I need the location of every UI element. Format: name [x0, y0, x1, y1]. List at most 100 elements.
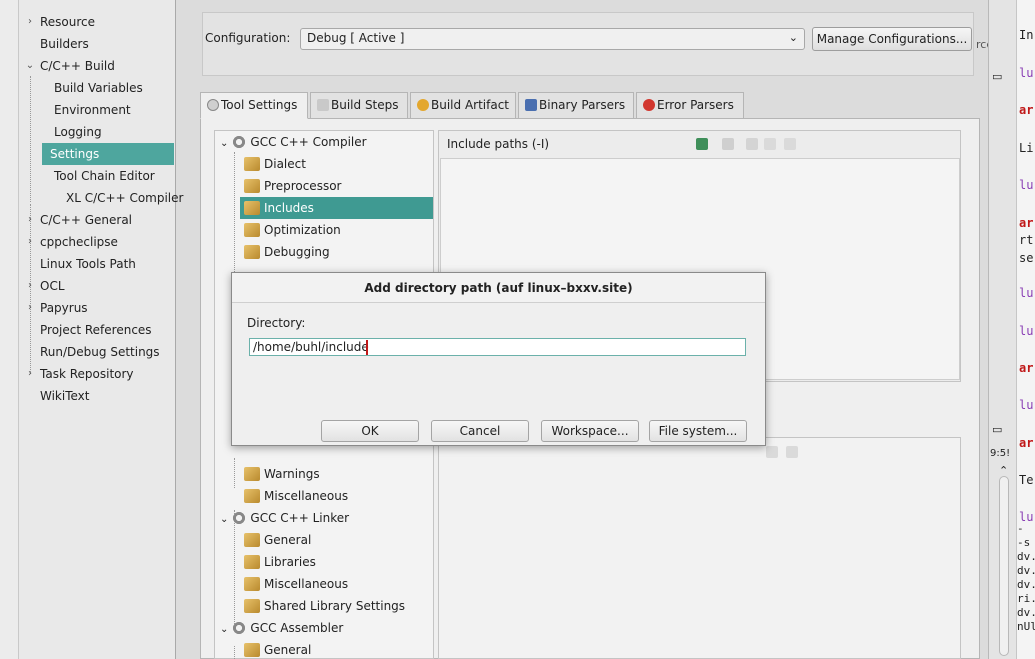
tool-item-label: Miscellaneous [264, 489, 349, 503]
sidebar-item-label: Logging [54, 125, 102, 139]
code-fragment: ar [1019, 436, 1034, 450]
tool-option[interactable]: Libraries [244, 551, 316, 573]
chevron-down-icon[interactable]: ⌄ [220, 138, 228, 149]
expand-arrow-icon[interactable]: › [24, 11, 36, 33]
tab-build-steps[interactable]: Build Steps [310, 92, 408, 118]
tab-label: Error Parsers [657, 98, 734, 112]
tab-tool-settings[interactable]: Tool Settings [200, 92, 308, 119]
tool-option[interactable]: Miscellaneous [244, 485, 348, 507]
configuration-value: Debug [ Active ] [307, 31, 405, 45]
sidebar-item-label: Run/Debug Settings [40, 345, 160, 359]
tool-item-label: Preprocessor [264, 179, 342, 193]
workspace-button[interactable]: Workspace... [541, 420, 639, 442]
sidebar-item[interactable]: Settings [42, 143, 174, 165]
tool-option[interactable]: Debugging [244, 241, 330, 263]
console-fragment: nUl [1017, 620, 1035, 633]
tab-build-artifact[interactable]: Build Artifact [410, 92, 516, 118]
tab-error-parsers[interactable]: Error Parsers [636, 92, 744, 118]
expand-arrow-icon[interactable]: ⌄ [24, 55, 36, 77]
move-up-icon[interactable] [764, 138, 776, 150]
sidebar-item[interactable]: Project References [40, 319, 152, 341]
cancel-button[interactable]: Cancel [431, 420, 529, 442]
console-fragment: dv. [1017, 550, 1035, 563]
tool-option[interactable]: Includes [240, 197, 433, 219]
sidebar-item[interactable]: Linux Tools Path [40, 253, 136, 275]
manage-configurations-button[interactable]: Manage Configurations... [812, 27, 972, 51]
move-up-icon[interactable] [766, 446, 778, 458]
directory-input[interactable] [249, 338, 746, 356]
sidebar-item-label: C/C++ General [40, 213, 133, 227]
sidebar-item[interactable]: › Papyrus [28, 297, 88, 319]
minimize-icon[interactable]: ▭ [992, 423, 1002, 436]
tab-binary-parsers[interactable]: Binary Parsers [518, 92, 634, 118]
chevron-down-icon[interactable]: ⌄ [220, 624, 228, 635]
tool-item-label: General [264, 533, 312, 547]
sidebar-item[interactable]: › cppcheclipse [28, 231, 118, 253]
tab-label: Tool Settings [221, 98, 298, 112]
option-icon [244, 555, 260, 569]
sidebar-item[interactable]: › OCL [28, 275, 65, 297]
sidebar-item[interactable]: Run/Debug Settings [40, 341, 160, 363]
add-path-icon[interactable] [696, 138, 708, 150]
dialog-title: Add directory path (auf linux–bxxv.site) [232, 273, 765, 303]
expand-arrow-icon[interactable]: › [24, 363, 36, 385]
sidebar-item[interactable]: Environment [54, 99, 131, 121]
tool-group[interactable]: ⌄ GCC Assembler [220, 617, 343, 639]
tool-option[interactable]: Shared Library Settings [244, 595, 405, 617]
sidebar-item[interactable]: › Task Repository [28, 363, 134, 385]
console-fragment: - [1017, 522, 1024, 535]
edit-path-icon[interactable] [746, 138, 758, 150]
sidebar-item[interactable]: › Resource [28, 11, 95, 33]
tool-option[interactable]: General [244, 529, 311, 551]
sidebar-item[interactable]: Build Variables [54, 77, 143, 99]
move-down-icon[interactable] [784, 138, 796, 150]
expand-arrow-icon[interactable]: › [24, 275, 36, 297]
tool-item-label: Shared Library Settings [264, 599, 406, 613]
workspace-path-icon[interactable] [722, 138, 734, 150]
option-icon [244, 643, 260, 657]
console-fragment: -s [1017, 536, 1031, 549]
tool-item-label: Includes [264, 201, 314, 215]
scrollbar[interactable] [999, 476, 1009, 656]
sidebar-item[interactable]: › C/C++ General [28, 209, 133, 231]
console-fragment: dv. [1017, 564, 1035, 577]
tool-group[interactable]: ⌄ GCC C++ Compiler [220, 131, 367, 153]
expand-arrow-icon[interactable]: › [24, 209, 36, 231]
configuration-select[interactable]: Debug [ Active ] ⌄ [300, 28, 805, 50]
tool-option[interactable]: General [244, 639, 311, 659]
option-icon [244, 577, 260, 591]
console-fragment: ri. [1017, 592, 1035, 605]
sidebar-item[interactable]: WikiText [40, 385, 90, 407]
ok-button[interactable]: OK [321, 420, 419, 442]
sidebar-item[interactable]: Logging [54, 121, 102, 143]
tool-option[interactable]: Optimization [244, 219, 341, 241]
tree-guide-line [30, 76, 31, 202]
sidebar-item[interactable]: ⌄ C/C++ Build [26, 55, 115, 77]
sidebar-item-label: Build Variables [54, 81, 143, 95]
code-fragment: lu [1019, 398, 1034, 412]
tool-group[interactable]: ⌄ GCC C++ Linker [220, 507, 349, 529]
tool-item-label: Warnings [264, 467, 320, 481]
tree-guide-line [234, 458, 235, 488]
option-icon [244, 599, 260, 613]
tool-option[interactable]: Miscellaneous [244, 573, 348, 595]
tool-item-label: Debugging [264, 245, 330, 259]
tool-option[interactable]: Dialect [244, 153, 306, 175]
chevron-down-icon[interactable]: ⌄ [220, 514, 228, 525]
file-system-button[interactable]: File system... [649, 420, 747, 442]
option-icon [244, 467, 260, 481]
expand-arrow-icon[interactable]: › [24, 231, 36, 253]
sidebar-item[interactable]: Tool Chain Editor [54, 165, 155, 187]
sidebar-item[interactable]: XL C/C++ Compiler [66, 187, 183, 209]
expand-arrow-icon[interactable]: › [24, 297, 36, 319]
tool-option[interactable]: Preprocessor [244, 175, 341, 197]
sidebar-item[interactable]: Builders [40, 33, 89, 55]
tool-option[interactable]: Warnings [244, 463, 320, 485]
tool-item-label: GCC Assembler [250, 621, 344, 635]
tool-item-label: General [264, 643, 312, 657]
minimize-icon[interactable]: ▭ [992, 70, 1002, 83]
console-fragment: dv. [1017, 578, 1035, 591]
code-fragment: ar [1019, 361, 1034, 375]
move-down-icon[interactable] [786, 446, 798, 458]
directory-label: Directory: [247, 316, 306, 330]
